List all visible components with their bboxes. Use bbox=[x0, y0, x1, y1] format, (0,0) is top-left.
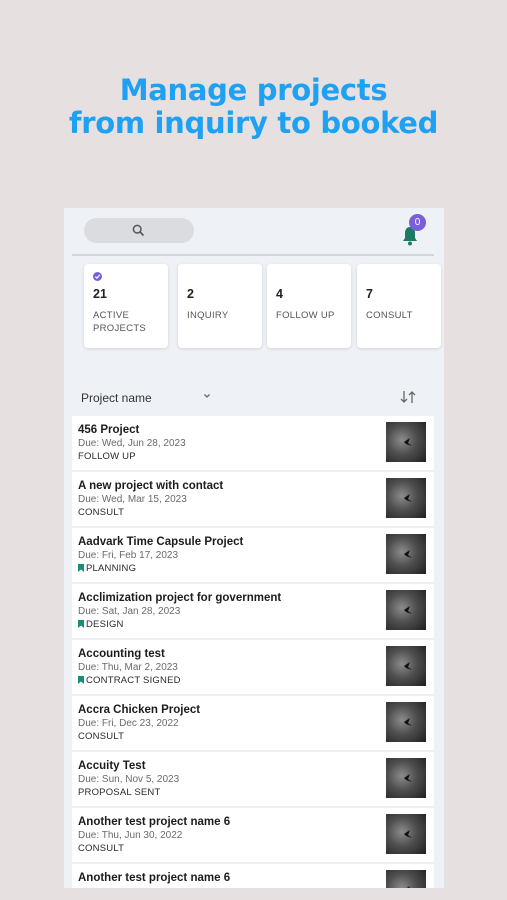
sort-bar: Project name bbox=[64, 386, 444, 410]
project-row[interactable]: A new project with contact Due: Wed, Mar… bbox=[72, 472, 434, 527]
card-inquiry[interactable]: 2 INQUIRY bbox=[178, 264, 262, 348]
project-name: Another test project name 6 bbox=[78, 816, 231, 828]
stage-text: DESIGN bbox=[86, 619, 124, 630]
project-name: Accounting test bbox=[78, 648, 165, 660]
stage-text: PROPOSAL SENT bbox=[78, 787, 161, 798]
project-name: Accuity Test bbox=[78, 760, 146, 772]
headline: Manage projects from inquiry to booked bbox=[0, 74, 507, 140]
project-name: Aadvark Time Capsule Project bbox=[78, 536, 244, 548]
project-name: Another test project name 6 bbox=[78, 872, 231, 884]
card-label: INQUIRY bbox=[187, 310, 229, 321]
stage-text: CONSULT bbox=[78, 731, 125, 742]
project-name: Accra Chicken Project bbox=[78, 704, 201, 716]
notification-badge: 0 bbox=[409, 214, 426, 231]
project-stage: DESIGN bbox=[78, 619, 124, 630]
sort-arrows-icon[interactable] bbox=[398, 389, 418, 405]
project-due-date: Due: Sat, Jan 28, 2023 bbox=[78, 606, 181, 617]
stage-text: FOLLOW UP bbox=[78, 451, 136, 462]
project-thumbnail bbox=[386, 422, 426, 462]
project-thumbnail bbox=[386, 478, 426, 518]
project-name: A new project with contact bbox=[78, 480, 224, 492]
top-bar: 0 bbox=[64, 208, 444, 254]
bookmark-icon bbox=[78, 564, 84, 572]
project-row[interactable]: Accra Chicken Project Due: Fri, Dec 23, … bbox=[72, 696, 434, 751]
project-row[interactable]: 456 Project Due: Wed, Jun 28, 2023 FOLLO… bbox=[72, 416, 434, 471]
project-due-date: Due: Wed, Mar 15, 2023 bbox=[78, 494, 187, 505]
project-stage: CONTRACT SIGNED bbox=[78, 675, 181, 686]
stage-text: CONSULT bbox=[78, 843, 125, 854]
divider bbox=[72, 254, 434, 256]
app-screen: 0 21 ACTIVE PROJECTS 2 INQUIRY 4 FOLLOW … bbox=[64, 208, 444, 888]
project-thumbnail bbox=[386, 590, 426, 630]
project-due-date: Due: Sun, Nov 5, 2023 bbox=[78, 774, 180, 785]
project-stage: CONSULT bbox=[78, 731, 124, 742]
check-icon bbox=[93, 272, 102, 281]
card-count: 7 bbox=[366, 287, 373, 301]
project-due-date: Due: Thu, Mar 2, 2023 bbox=[78, 662, 178, 673]
headline-line-2: from inquiry to booked bbox=[68, 106, 439, 140]
card-label: ACTIVE PROJECTS bbox=[93, 310, 147, 334]
project-due-date: Due: Wed, Jun 28, 2023 bbox=[78, 438, 186, 449]
project-stage: FOLLOW UP bbox=[78, 451, 136, 462]
chevron-down-icon[interactable] bbox=[202, 391, 212, 401]
project-stage: PLANNING bbox=[78, 563, 136, 574]
project-thumbnail bbox=[386, 870, 426, 888]
project-row[interactable]: Another test project name 6 bbox=[72, 864, 434, 888]
bookmark-icon bbox=[78, 676, 84, 684]
card-consult[interactable]: 7 CONSULT bbox=[357, 264, 441, 348]
project-due-date: Due: Thu, Jun 30, 2022 bbox=[78, 830, 183, 841]
project-row[interactable]: Another test project name 6 Due: Thu, Ju… bbox=[72, 808, 434, 863]
card-active-projects[interactable]: 21 ACTIVE PROJECTS bbox=[84, 264, 168, 348]
project-name: 456 Project bbox=[78, 424, 140, 436]
search-icon bbox=[132, 224, 145, 237]
project-name: Acclimization project for government bbox=[78, 592, 282, 604]
project-thumbnail bbox=[386, 758, 426, 798]
card-follow-up[interactable]: 4 FOLLOW UP bbox=[267, 264, 351, 348]
card-label: CONSULT bbox=[366, 310, 413, 321]
project-thumbnail bbox=[386, 702, 426, 742]
card-count: 2 bbox=[187, 287, 194, 301]
stage-text: CONTRACT SIGNED bbox=[86, 675, 181, 686]
project-row[interactable]: Acclimization project for government Due… bbox=[72, 584, 434, 639]
card-count: 21 bbox=[93, 287, 107, 301]
project-row[interactable]: Accuity Test Due: Sun, Nov 5, 2023 PROPO… bbox=[72, 752, 434, 807]
headline-line-1: Manage projects bbox=[119, 73, 388, 107]
project-row[interactable]: Accounting test Due: Thu, Mar 2, 2023 CO… bbox=[72, 640, 434, 695]
project-stage: CONSULT bbox=[78, 507, 124, 518]
summary-cards: 21 ACTIVE PROJECTS 2 INQUIRY 4 FOLLOW UP… bbox=[84, 264, 444, 350]
project-due-date: Due: Fri, Feb 17, 2023 bbox=[78, 550, 179, 561]
project-row[interactable]: Aadvark Time Capsule Project Due: Fri, F… bbox=[72, 528, 434, 583]
card-label: FOLLOW UP bbox=[276, 310, 335, 321]
stage-text: CONSULT bbox=[78, 507, 125, 518]
search-button[interactable] bbox=[84, 218, 194, 243]
stage-text: PLANNING bbox=[86, 563, 137, 574]
project-due-date: Due: Fri, Dec 23, 2022 bbox=[78, 718, 179, 729]
project-stage: PROPOSAL SENT bbox=[78, 787, 161, 798]
project-thumbnail bbox=[386, 534, 426, 574]
project-thumbnail bbox=[386, 814, 426, 854]
bookmark-icon bbox=[78, 620, 84, 628]
sort-field-dropdown[interactable]: Project name bbox=[81, 391, 152, 405]
project-stage: CONSULT bbox=[78, 843, 124, 854]
project-thumbnail bbox=[386, 646, 426, 686]
card-count: 4 bbox=[276, 287, 283, 301]
